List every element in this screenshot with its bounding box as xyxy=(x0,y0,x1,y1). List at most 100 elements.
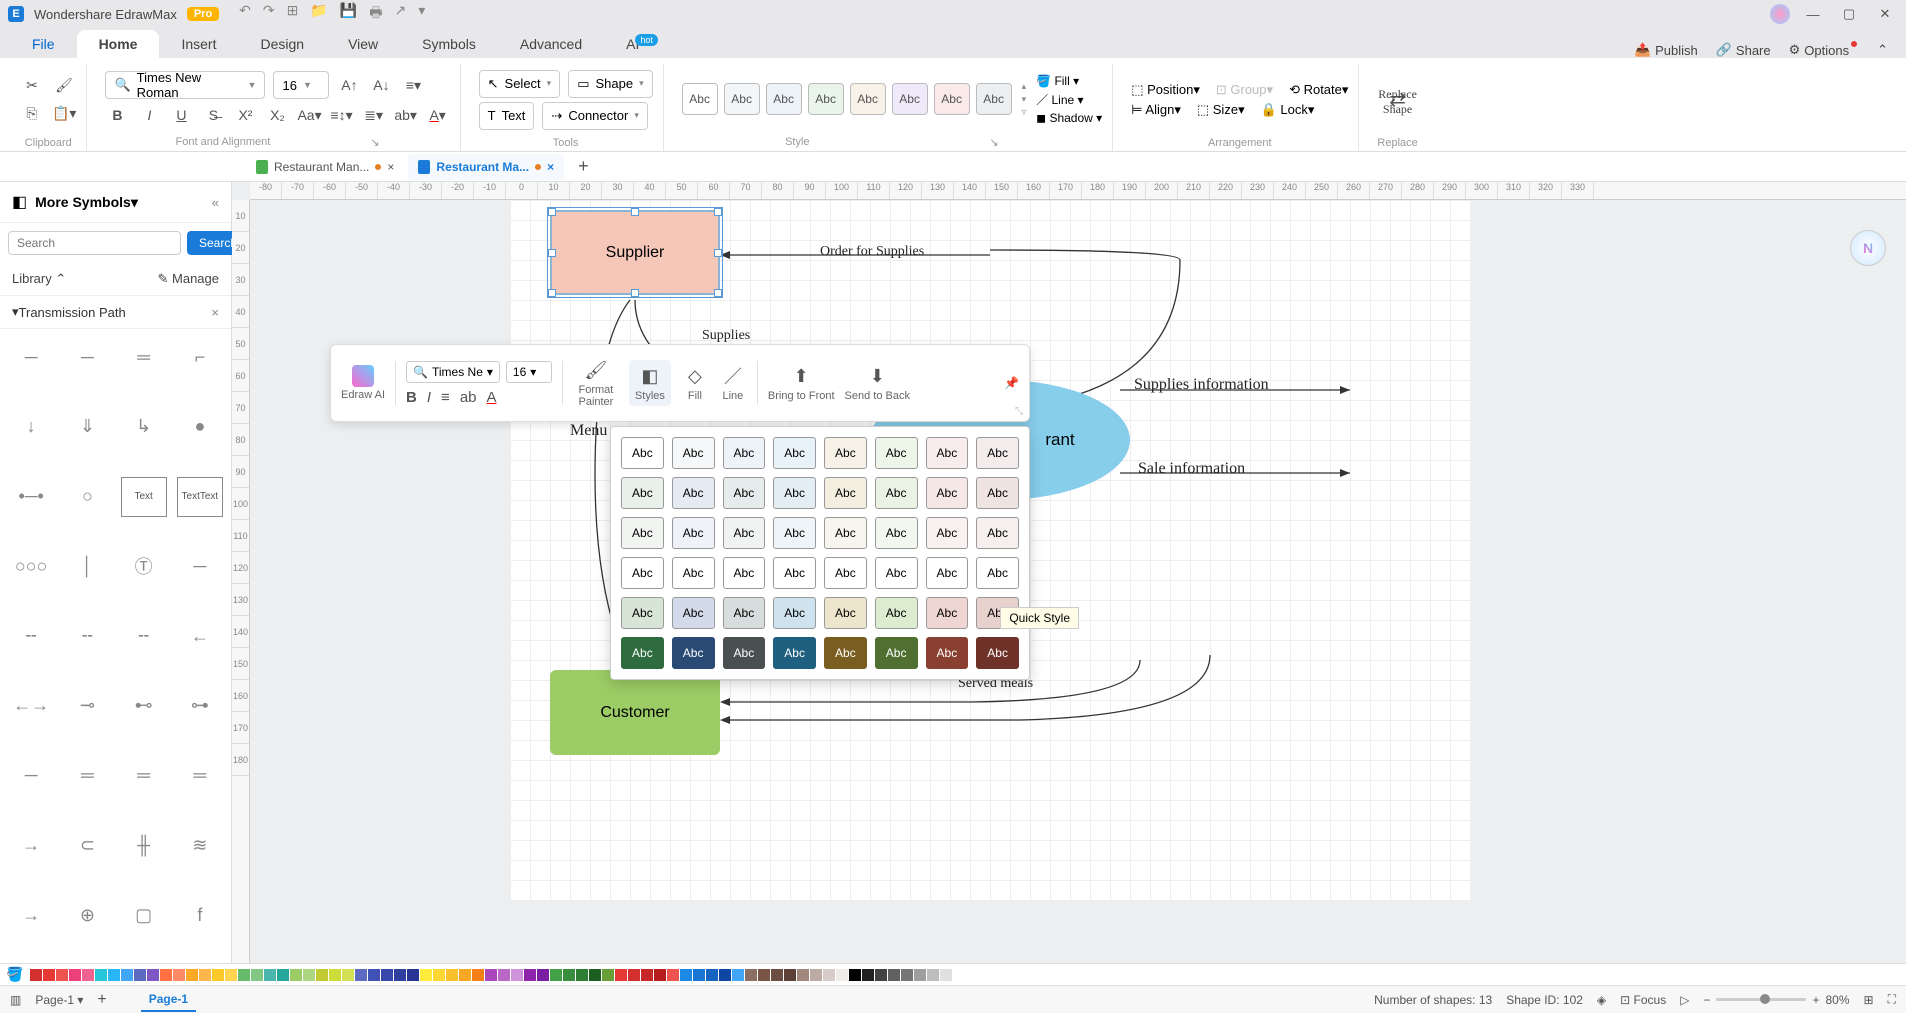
color-swatch[interactable] xyxy=(407,969,419,981)
underline-icon[interactable]: U xyxy=(169,103,193,127)
color-swatch[interactable] xyxy=(719,969,731,981)
italic-icon[interactable]: I xyxy=(137,103,161,127)
color-swatch[interactable] xyxy=(355,969,367,981)
color-swatch[interactable] xyxy=(680,969,692,981)
style-swatch[interactable]: Abc xyxy=(875,557,918,589)
font-size-select[interactable]: 16▼ xyxy=(273,71,329,99)
style-swatch[interactable]: Abc xyxy=(976,557,1019,589)
style-swatch[interactable]: Abc xyxy=(824,477,867,509)
shape-item[interactable]: ↳ xyxy=(121,407,167,447)
style-swatch[interactable]: Abc xyxy=(723,517,766,549)
mini-highlight-icon[interactable]: ab xyxy=(460,389,477,406)
zoom-slider[interactable] xyxy=(1716,998,1806,1001)
style-swatch[interactable]: Abc xyxy=(621,597,664,629)
bold-icon[interactable]: B xyxy=(105,103,129,127)
shape-item[interactable]: │ xyxy=(64,546,110,586)
color-swatch[interactable] xyxy=(381,969,393,981)
mini-bring-front[interactable]: ⬆Bring to Front xyxy=(768,364,835,402)
present-icon[interactable]: ▷ xyxy=(1680,993,1689,1007)
color-swatch[interactable] xyxy=(485,969,497,981)
style-swatch[interactable]: Abc xyxy=(976,83,1012,115)
style-swatch[interactable]: Abc xyxy=(926,477,969,509)
color-swatch[interactable] xyxy=(394,969,406,981)
style-swatch[interactable]: Abc xyxy=(850,83,886,115)
style-dialog-icon[interactable]: ↘ xyxy=(990,136,999,149)
shape-item[interactable]: ─ xyxy=(64,337,110,377)
shape-item[interactable]: ─ xyxy=(8,756,54,796)
select-tool[interactable]: ↖ Select▾ xyxy=(479,70,561,98)
menu-symbols[interactable]: Symbols xyxy=(400,30,498,58)
share-button[interactable]: 🔗 Share xyxy=(1716,42,1771,58)
shape-item[interactable]: ⌐ xyxy=(177,337,223,377)
shape-item[interactable]: Text xyxy=(121,477,167,517)
style-swatch[interactable]: Abc xyxy=(934,83,970,115)
style-swatch[interactable]: Abc xyxy=(723,597,766,629)
close-section-icon[interactable]: × xyxy=(211,305,219,320)
position-menu[interactable]: ⬚ Position▾ xyxy=(1131,82,1200,98)
style-swatch[interactable]: Abc xyxy=(682,83,718,115)
color-swatch[interactable] xyxy=(576,969,588,981)
style-swatch[interactable]: Abc xyxy=(672,517,715,549)
collapse-ribbon-icon[interactable]: ⌃ xyxy=(1877,42,1888,58)
color-swatch[interactable] xyxy=(121,969,133,981)
manage-library[interactable]: ✎ Manage xyxy=(158,271,220,287)
style-swatch[interactable]: Abc xyxy=(621,557,664,589)
shape-item[interactable]: ═ xyxy=(121,756,167,796)
color-swatch[interactable] xyxy=(628,969,640,981)
doc-tab[interactable]: Restaurant Ma...× xyxy=(408,154,564,180)
case-icon[interactable]: Aa▾ xyxy=(297,103,321,127)
menu-advanced[interactable]: Advanced xyxy=(498,30,604,58)
shape-item[interactable]: ⊶ xyxy=(177,686,223,726)
font-dialog-icon[interactable]: ↘ xyxy=(370,136,379,149)
style-swatch[interactable]: Abc xyxy=(672,477,715,509)
color-swatch[interactable] xyxy=(264,969,276,981)
color-swatch[interactable] xyxy=(277,969,289,981)
style-swatch[interactable]: Abc xyxy=(875,597,918,629)
shape-item[interactable]: ←→ xyxy=(8,686,54,726)
mini-line[interactable]: ／Line xyxy=(719,364,747,402)
mini-font-family[interactable]: 🔍 Times Ne ▾ xyxy=(406,361,500,383)
highlight-icon[interactable]: ab▾ xyxy=(394,103,418,127)
color-swatch[interactable] xyxy=(836,969,848,981)
color-swatch[interactable] xyxy=(732,969,744,981)
shape-item[interactable]: •─• xyxy=(8,477,54,517)
fit-page-icon[interactable]: ⊞ xyxy=(1864,993,1874,1007)
shape-item[interactable]: ↓ xyxy=(8,407,54,447)
qat-more-icon[interactable]: ▾ xyxy=(418,2,425,26)
style-swatch[interactable]: Abc xyxy=(672,637,715,669)
color-swatch[interactable] xyxy=(615,969,627,981)
color-swatch[interactable] xyxy=(875,969,887,981)
shape-item[interactable]: ═ xyxy=(177,756,223,796)
style-swatch[interactable]: Abc xyxy=(766,83,802,115)
color-swatch[interactable] xyxy=(511,969,523,981)
color-swatch[interactable] xyxy=(537,969,549,981)
subscript-icon[interactable]: X₂ xyxy=(265,103,289,127)
fullscreen-icon[interactable]: ⛶ xyxy=(1888,992,1896,1007)
color-swatch[interactable] xyxy=(498,969,510,981)
shape-item[interactable]: ○ xyxy=(64,477,110,517)
color-swatch[interactable] xyxy=(459,969,471,981)
shape-item[interactable]: → xyxy=(8,825,54,865)
focus-button[interactable]: ⊡ Focus xyxy=(1620,993,1666,1007)
align-menu-icon[interactable]: ≡▾ xyxy=(401,73,425,97)
align-menu[interactable]: ⊨ Align▾ xyxy=(1131,102,1181,118)
mini-fontcolor-icon[interactable]: A xyxy=(487,389,497,406)
style-swatch[interactable]: Abc xyxy=(824,597,867,629)
connector-tool[interactable]: ⇢ Connector▾ xyxy=(542,102,647,130)
style-swatch[interactable]: Abc xyxy=(926,597,969,629)
shape-item[interactable]: ⊷ xyxy=(121,686,167,726)
style-swatch[interactable]: Abc xyxy=(621,637,664,669)
format-painter-icon[interactable]: 🖌 xyxy=(52,74,76,98)
layers-icon[interactable]: ◈ xyxy=(1597,993,1606,1007)
shape-item[interactable]: ⊂ xyxy=(64,825,110,865)
mini-expand-icon[interactable]: ⤡ xyxy=(1015,406,1023,417)
style-swatch[interactable]: Abc xyxy=(824,517,867,549)
mini-italic-icon[interactable]: I xyxy=(427,389,431,406)
canvas[interactable]: Supplier rant Customer Order for Supplie… xyxy=(250,200,1906,963)
style-swatch[interactable]: Abc xyxy=(723,557,766,589)
zoom-level[interactable]: 80% xyxy=(1826,993,1850,1007)
style-swatch[interactable]: Abc xyxy=(773,437,816,469)
style-swatch[interactable]: Abc xyxy=(926,437,969,469)
mini-bold-icon[interactable]: B xyxy=(406,389,417,406)
page-tab[interactable]: Page-1 xyxy=(141,988,196,1012)
